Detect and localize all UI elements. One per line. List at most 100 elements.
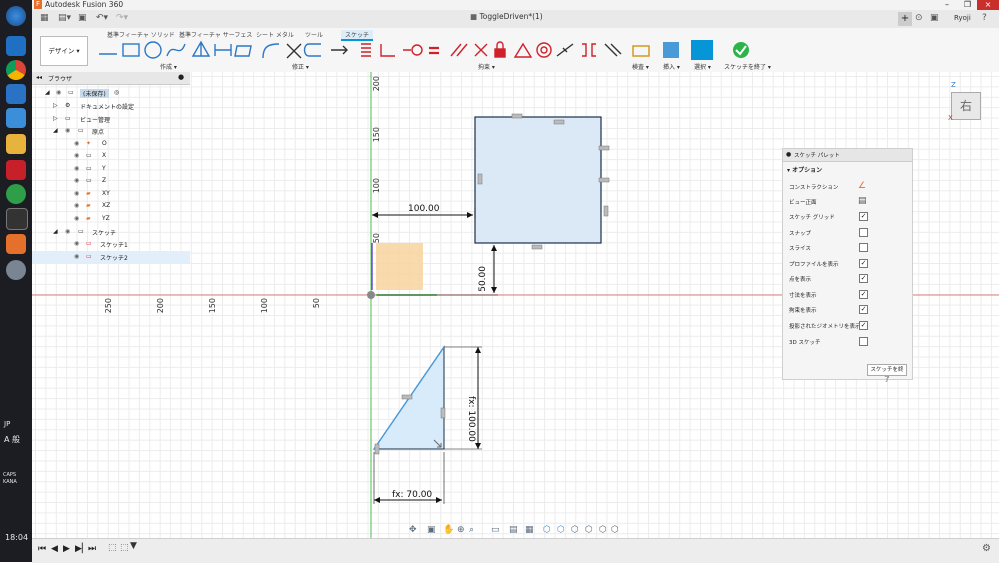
browser-item[interactable]: ◉ ▭ X	[32, 150, 190, 162]
timeline-sketch-icon[interactable]: ⬚	[120, 543, 129, 553]
chrome-icon[interactable]	[6, 60, 26, 80]
parallel-icon	[450, 43, 468, 57]
group-constraints[interactable]: 拘束 ▾	[478, 62, 495, 71]
browser-item[interactable]: ◉ ▭ Y	[32, 163, 190, 175]
timeline-end-icon[interactable]: ⏭	[88, 544, 96, 554]
checkbox[interactable]: ✓	[859, 212, 868, 221]
browser-pin-icon[interactable]: ●	[178, 73, 184, 81]
timeline-marker-icon[interactable]: ▼	[130, 541, 137, 551]
ie-icon[interactable]	[6, 36, 26, 56]
palette-row-3d-sketch[interactable]: 3D スケッチ	[783, 335, 912, 349]
cmd-icon[interactable]	[6, 208, 28, 230]
palette-row-points[interactable]: 点を表示 ✓	[783, 272, 912, 286]
palette-row-dimensions[interactable]: 寸法を表示 ✓	[783, 288, 912, 302]
group-modify[interactable]: 修正 ▾	[292, 62, 309, 71]
tab-solid[interactable]: 基準フィーチャ ソリッド	[107, 30, 175, 39]
user-name[interactable]: Ryoji	[954, 14, 971, 22]
app-icon[interactable]	[6, 108, 26, 128]
palette-collapse-icon[interactable]: ●	[786, 151, 791, 158]
palette-finish-button[interactable]: スケッチを終了	[867, 364, 907, 383]
workspace-switcher[interactable]: デザイン ▾	[40, 36, 88, 66]
browser-item[interactable]: ◉ ✦ O	[32, 138, 190, 150]
checkbox[interactable]: ✓	[859, 321, 868, 330]
kana-indicator: KANA	[3, 479, 17, 485]
folder-icon[interactable]	[6, 134, 26, 154]
minimize-icon[interactable]: –	[945, 0, 949, 9]
fusion-icon[interactable]	[6, 234, 26, 254]
dimension-triangle-width[interactable]: fx: 70.00	[392, 490, 432, 500]
palette-row-projected[interactable]: 投影されたジオメトリを表示 ✓	[783, 319, 912, 333]
maximize-icon[interactable]: ❐	[964, 0, 971, 9]
group-inspect[interactable]: 検査 ▾	[632, 62, 649, 71]
job-status-icon[interactable]: ⊙	[915, 13, 923, 23]
checkbox[interactable]: ✓	[859, 259, 868, 268]
timeline-prev-icon[interactable]: ◀	[51, 544, 58, 554]
browser-item[interactable]: ◢ ◉ ▭ 原点	[32, 125, 190, 137]
palette-row-profile[interactable]: プロファイルを表示 ✓	[783, 257, 912, 271]
browser-item[interactable]: ◢ ◉ ▭ スケッチ	[32, 226, 190, 238]
dimension-height[interactable]: 50.00	[478, 266, 488, 292]
look-at-icon[interactable]: ▤	[858, 196, 867, 206]
palette-row-snap[interactable]: スナップ	[783, 226, 912, 240]
notification-icon[interactable]: ▣	[930, 13, 939, 23]
app-icon[interactable]	[6, 184, 26, 204]
palette-section[interactable]: ▾ オプション	[787, 165, 822, 174]
browser-item[interactable]: ◉ ▰ XY	[32, 188, 190, 200]
save-icon[interactable]: ▣	[78, 13, 87, 23]
browser-item[interactable]: ◉ ▰ YZ	[32, 213, 190, 225]
dimension-triangle-height[interactable]: fx: 100.00	[466, 396, 476, 442]
browser-item[interactable]: ◉ ▭ スケッチ1	[32, 238, 190, 250]
select-icon	[691, 40, 713, 60]
undo-icon[interactable]: ↶▾	[96, 13, 108, 23]
view-icon: ⬡	[585, 525, 593, 535]
dimension-width[interactable]: 100.00	[408, 204, 440, 214]
palette-row-look-at[interactable]: ビュー正面 ▤	[783, 195, 912, 209]
checkbox[interactable]: ✓	[859, 305, 868, 314]
app-icon[interactable]	[6, 260, 26, 280]
construction-icon[interactable]: ∠	[858, 181, 866, 191]
browser-item[interactable]: ▷ ⚙ ドキュメントの設定	[32, 100, 190, 112]
checkbox[interactable]	[859, 243, 868, 252]
checkbox[interactable]	[859, 337, 868, 346]
help-icon[interactable]: ?	[982, 13, 987, 23]
close-icon[interactable]: ×	[977, 0, 999, 10]
timeline-start-icon[interactable]: ⏮	[38, 544, 46, 554]
checkbox[interactable]: ✓	[859, 274, 868, 283]
browser-item[interactable]: ◉ ▰ XZ	[32, 200, 190, 212]
browser-item[interactable]: ◉ ▭ スケッチ2	[32, 251, 190, 263]
tab-sheet-metal[interactable]: シート メタル	[256, 30, 294, 39]
ruler-v-label: 200	[372, 76, 381, 92]
group-insert[interactable]: 挿入 ▾	[663, 62, 680, 71]
group-finish-sketch[interactable]: スケッチを終了 ▾	[724, 62, 771, 71]
timeline-play-icon[interactable]: ▶	[63, 544, 70, 554]
checkbox[interactable]	[859, 228, 868, 237]
redo-icon[interactable]: ↷▾	[116, 13, 128, 23]
new-tab-icon[interactable]: +	[898, 12, 912, 26]
ime-indicator[interactable]: A 般	[4, 434, 20, 445]
clock[interactable]: 18:04	[5, 533, 28, 542]
start-icon[interactable]	[6, 6, 26, 26]
timeline-next-icon[interactable]: ▶▏	[75, 544, 89, 554]
acrobat-icon[interactable]	[6, 160, 26, 180]
palette-row-constraints[interactable]: 拘束を表示 ✓	[783, 303, 912, 317]
timeline-sketch-icon[interactable]: ⬚	[108, 543, 117, 553]
checkbox[interactable]: ✓	[859, 290, 868, 299]
tab-tools[interactable]: ツール	[305, 30, 323, 39]
palette-row-construction[interactable]: コンストラクション ∠	[783, 180, 912, 194]
browser-item[interactable]: ◉ ▭ Z	[32, 175, 190, 187]
viewcube[interactable]: 右	[951, 92, 981, 120]
palette-row-grid[interactable]: スケッチ グリッド ✓	[783, 210, 912, 224]
app-icon[interactable]	[6, 84, 26, 104]
browser-item[interactable]: ▷ ▭ ビュー管理	[32, 113, 190, 125]
browser-collapse-icon[interactable]: ◂◂	[36, 74, 42, 81]
timeline-settings-icon[interactable]: ⚙	[982, 543, 991, 554]
tab-surface[interactable]: 基準フィーチャ サーフェス	[179, 30, 252, 39]
palette-row-slice[interactable]: スライス	[783, 241, 912, 255]
grid-menu-icon[interactable]: ▦	[40, 13, 49, 23]
group-select[interactable]: 選択 ▾	[694, 62, 711, 71]
browser-item[interactable]: ◢ ◉ ▭ (未保存) ◎	[32, 87, 190, 99]
lang-indicator[interactable]: JP	[4, 420, 10, 428]
group-create[interactable]: 作成 ▾	[160, 62, 177, 71]
file-icon[interactable]: ▤▾	[58, 13, 71, 23]
document-tab[interactable]: ■ ToggleDriven*(1)	[470, 12, 600, 28]
